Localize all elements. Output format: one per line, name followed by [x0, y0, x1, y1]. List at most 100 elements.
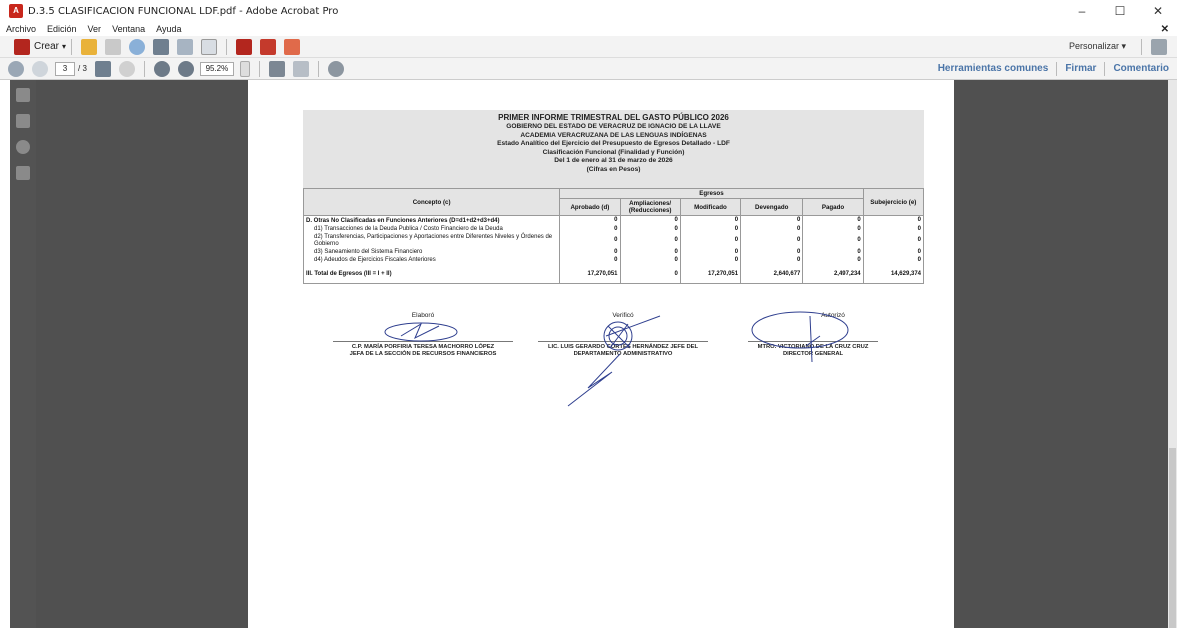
row-concept: d4) Adeudos de Ejercicios Fiscales Anter… [302, 256, 561, 265]
cell-value: 0 [679, 256, 742, 265]
report-units: (Cifras en Pesos) [586, 165, 641, 173]
tab-comentario[interactable]: Comentario [1105, 63, 1177, 74]
tab-firmar[interactable]: Firmar [1057, 63, 1104, 74]
cell-value: 0 [862, 249, 925, 257]
row-concept: d2) Transferencias, Participaciones y Ap… [302, 233, 561, 250]
close-document-icon[interactable]: ✕ [1161, 24, 1169, 35]
separator [258, 60, 260, 77]
email-icon[interactable] [201, 38, 218, 55]
fit-page-icon[interactable] [268, 60, 285, 77]
close-button[interactable]: ✕ [1139, 0, 1177, 22]
menu-ventana[interactable]: Ventana [106, 24, 150, 34]
bookmarks-icon[interactable] [16, 114, 30, 128]
signature-block-elaboro: Elaboró C.P. MARÍA PORFIRIA TERESA MACHO… [333, 312, 513, 358]
tab-herramientas-comunes[interactable]: Herramientas comunes [930, 63, 1057, 74]
create-button[interactable]: Crear ▾ [10, 38, 67, 55]
page-number-input[interactable]: 3 [55, 61, 75, 76]
total-value: 14,629,374 [862, 264, 925, 284]
report-classification: Clasificación Funcional (Finalidad y Fun… [542, 148, 685, 156]
menu-bar: Archivo Edición Ver Ventana Ayuda ✕ [0, 22, 1177, 36]
chevron-down-icon: ▾ [62, 42, 67, 51]
cell-value: 0 [619, 215, 681, 226]
navigation-toolbar: 3 / 3 95.2% Herramientas comunes Firmar … [0, 58, 1177, 80]
cell-value: 0 [802, 256, 864, 265]
tool-panel-links: Herramientas comunes Firmar Comentario [930, 61, 1177, 76]
total-value: 0 [619, 264, 681, 284]
total-value: 17,270,051 [559, 264, 621, 284]
column-header-concept: Concepto (c) [302, 188, 561, 216]
cloud-icon[interactable] [129, 38, 146, 55]
select-cursor-icon[interactable] [94, 60, 111, 77]
title-bar: A D.3.5 CLASIFICACION FUNCIONAL LDF.pdf … [0, 0, 1177, 22]
cell-value: 0 [679, 215, 742, 226]
attachments-icon[interactable] [16, 140, 30, 154]
scrollbar-thumb[interactable] [1169, 448, 1176, 628]
cell-value: 0 [802, 215, 864, 226]
cell-value: 0 [619, 225, 681, 234]
separator [1141, 38, 1142, 55]
column-header-modificado: Modificado [679, 198, 742, 216]
budget-table: Concepto (c) Egresos Subejercicio (e) Ap… [302, 188, 925, 284]
signer-name: C.P. MARÍA PORFIRIA TERESA MACHORRO LÓPE… [351, 344, 495, 350]
read-mode-icon[interactable] [327, 60, 344, 77]
window-left-edge [0, 80, 10, 628]
separator [143, 60, 145, 77]
create-label: Crear [34, 41, 60, 52]
page-count: / 3 [78, 64, 87, 73]
pdf-page: PRIMER INFORME TRIMESTRAL DEL GASTO PÚBL… [248, 80, 954, 628]
row-concept: D. Otras No Clasificadas en Funciones An… [302, 215, 561, 226]
personalize-dropdown[interactable]: Personalizar ▾ [1069, 41, 1126, 52]
vertical-scrollbar[interactable] [1168, 80, 1177, 628]
export-icon[interactable] [236, 38, 253, 55]
expand-icon[interactable] [1151, 38, 1167, 55]
cell-value: 0 [802, 233, 864, 250]
report-government: GOBIERNO DEL ESTADO DE VERACRUZ DE IGNAC… [506, 123, 721, 130]
menu-archivo[interactable]: Archivo [0, 24, 41, 34]
save-icon[interactable] [105, 38, 122, 55]
edit-icon[interactable] [177, 38, 194, 55]
menu-ayuda[interactable]: Ayuda [150, 24, 186, 34]
handwritten-signature-icon [567, 315, 661, 407]
table-row: d1) Transacciones de la Deuda Publica / … [302, 225, 925, 234]
cell-value: 0 [740, 215, 804, 226]
cell-value: 0 [862, 256, 925, 265]
page-up-icon[interactable] [8, 60, 24, 77]
page-down-icon[interactable] [32, 60, 48, 77]
cell-value: 0 [559, 215, 621, 226]
zoom-out-icon[interactable] [153, 60, 170, 77]
page-thumbnails-icon[interactable] [16, 88, 30, 102]
column-header-pagado: Pagado [802, 198, 864, 216]
minimize-button[interactable]: – [1063, 0, 1101, 22]
menu-edicion[interactable]: Edición [41, 24, 82, 34]
full-screen-icon[interactable] [292, 60, 309, 77]
cell-value: 0 [679, 249, 742, 257]
total-value: 17,270,051 [679, 264, 742, 284]
table-row: d3) Saneamiento del Sistema Financiero 0… [302, 249, 925, 257]
menu-ver[interactable]: Ver [82, 24, 107, 34]
zoom-in-icon[interactable] [177, 60, 194, 77]
cell-value: 0 [559, 249, 621, 257]
separator [226, 38, 228, 55]
main-toolbar: Crear ▾ Personalizar ▾ [0, 36, 1177, 58]
cell-value: 0 [559, 233, 621, 250]
cell-value: 0 [740, 256, 804, 265]
print-icon[interactable] [153, 38, 170, 55]
hand-tool-icon[interactable] [118, 60, 135, 77]
handwritten-signature-icon [384, 322, 458, 342]
zoom-dropdown-icon[interactable] [239, 60, 250, 77]
total-value: 2,497,234 [802, 264, 864, 284]
handwritten-signature-icon [751, 311, 849, 363]
combine-icon[interactable] [260, 38, 277, 55]
maximize-button[interactable]: ☐ [1101, 0, 1139, 22]
report-header: PRIMER INFORME TRIMESTRAL DEL GASTO PÚBL… [303, 110, 924, 188]
report-entity: ACADEMIA VERACRUZANA DE LAS LENGUAS INDÍ… [520, 131, 707, 139]
share-icon[interactable] [284, 38, 301, 55]
open-folder-icon[interactable] [81, 38, 98, 55]
column-header-aprobado: Aprobado (d) [559, 198, 621, 216]
signatures-icon[interactable] [16, 166, 30, 180]
cell-value: 0 [862, 233, 925, 250]
cell-value: 0 [679, 225, 742, 234]
cell-value: 0 [802, 249, 864, 257]
zoom-input[interactable]: 95.2% [199, 61, 234, 76]
signature-block-verifico: Verificó LIC. LUIS GERARDO CORTES HERNÁN… [538, 312, 708, 407]
